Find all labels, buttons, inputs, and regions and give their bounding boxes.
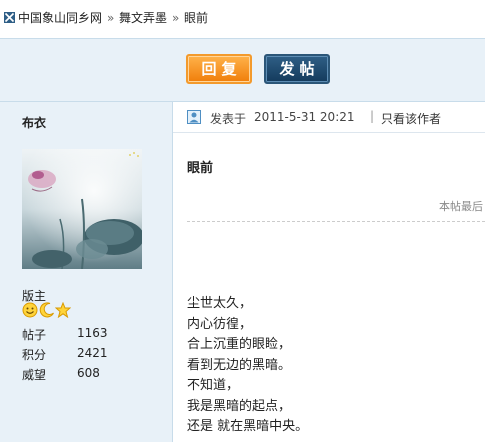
breadcrumb-current: 眼前 — [184, 11, 209, 25]
author-name[interactable]: 布衣 — [22, 114, 46, 131]
thread-frame: 回复 发帖 布衣 版主 帖子 1163 积分 2421 威望 608 发表于 2… — [0, 38, 485, 442]
content-line: 不知道， — [187, 378, 240, 393]
content-line: 我是黑暗的起点， — [187, 398, 292, 414]
avatar[interactable] — [22, 149, 142, 269]
post-title: 眼前 — [187, 161, 214, 176]
stat-label: 威望 — [22, 368, 47, 382]
breadcrumb-home-link[interactable]: 中国象山同乡网 — [18, 11, 102, 25]
stat-value: 2421 — [77, 346, 108, 360]
content-line: 尘世太久， — [187, 296, 253, 311]
new-post-button[interactable]: 发帖 — [264, 54, 330, 84]
reply-button[interactable]: 回复 — [186, 54, 252, 84]
breadcrumb-forum-link[interactable]: 舞文弄墨 — [119, 11, 167, 25]
posted-time: 2011-5-31 20:21 — [254, 110, 355, 124]
content-line: 看到无边的黑暗。 — [187, 357, 292, 373]
stat-value: 608 — [77, 366, 100, 380]
last-edit-note: 本帖最后 — [439, 200, 483, 213]
star-icon — [54, 301, 72, 319]
moon-icon — [39, 302, 55, 318]
stat-value: 1163 — [77, 326, 108, 340]
smile-icon — [22, 302, 38, 318]
stat-label: 积分 — [22, 348, 47, 362]
post-content: 尘世太久， 内心彷徨， 合上沉重的眼睑， 看到无边的黑暗。 不知道， 我是黑暗的起点， 还是… — [187, 294, 308, 438]
content-line: 合上沉重的眼睑， — [187, 337, 292, 352]
content-line: 还是 就在黑暗中央。 — [187, 419, 309, 434]
thread-action-bar: 回复 发帖 — [0, 39, 485, 102]
post-body: 发表于 2011-5-31 20:21 | 只看该作者 眼前 本帖最后 尘世太久… — [173, 102, 485, 442]
author-only-link[interactable]: 只看该作者 — [381, 110, 441, 127]
content-line: 内心彷徨， — [187, 316, 253, 332]
breadcrumb-separator: » — [172, 11, 180, 25]
header-divider: | — [370, 109, 375, 123]
stat-label: 帖子 — [22, 328, 47, 342]
divider — [187, 221, 485, 222]
breadcrumb: 中国象山同乡网 » 舞文弄墨 » 眼前 — [0, 0, 485, 36]
post-header: 发表于 2011-5-31 20:21 | 只看该作者 — [173, 102, 485, 133]
user-post-icon — [187, 110, 201, 124]
posted-label: 发表于 — [210, 112, 247, 126]
forum-home-icon[interactable] — [4, 12, 15, 23]
breadcrumb-separator: » — [107, 11, 115, 25]
author-sidebar: 布衣 版主 帖子 1163 积分 2421 威望 608 — [0, 102, 173, 442]
